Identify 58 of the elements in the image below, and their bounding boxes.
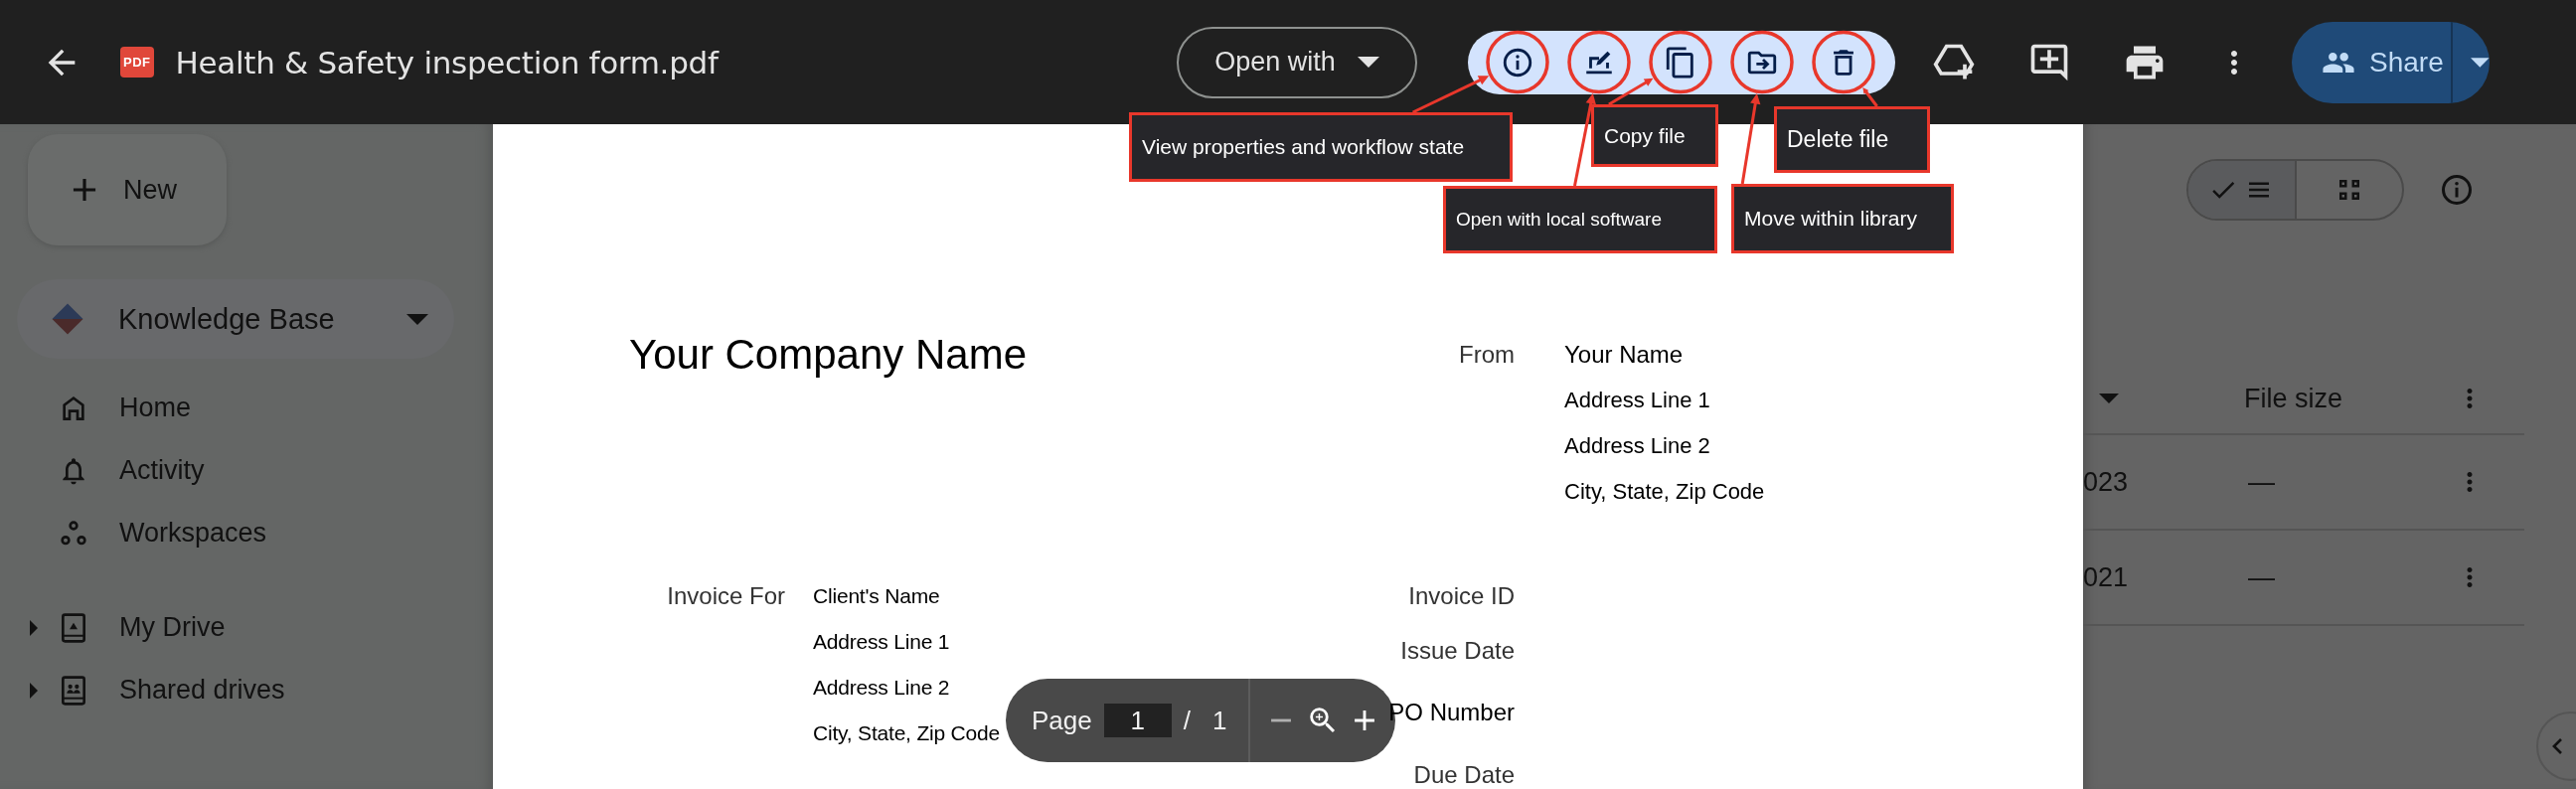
share-button[interactable]: Share: [2292, 21, 2490, 103]
client-line: Address Line 2: [813, 675, 950, 701]
address-line: Address Line 2: [1564, 432, 1710, 460]
callout-tooltip: Move within library: [1731, 184, 1954, 253]
address-line: Address Line 1: [1564, 387, 1710, 414]
caret-icon[interactable]: [2471, 57, 2490, 68]
highlight-ring: [1486, 30, 1549, 94]
highlight-ring: [1649, 30, 1712, 94]
client-line: Address Line 1: [813, 629, 950, 655]
field-label: Invoice ID: [1408, 581, 1515, 611]
page-total: 1: [1211, 705, 1227, 736]
nav-item[interactable]: My Drive: [0, 596, 493, 659]
file-row[interactable]: 021 —: [2083, 531, 2524, 626]
table-cell-text: —: [2248, 561, 2276, 593]
callout-tooltip: Copy file: [1591, 104, 1718, 167]
file-title: Health & Safety inspection form.pdf: [175, 44, 719, 80]
library-selector[interactable]: Knowledge Base: [17, 279, 454, 359]
table-cell-text: 023: [2083, 466, 2130, 498]
company-name: Your Company Name: [629, 332, 1028, 380]
list-view-button[interactable]: [2188, 161, 2297, 219]
expand-arrow-icon[interactable]: [30, 682, 38, 699]
callout-tooltip: View properties and workflow state: [1129, 112, 1513, 182]
annotation-arrow: [1862, 87, 1878, 107]
client-line: City, State, Zip Code: [813, 720, 1000, 746]
table-cell-text: 021: [2083, 561, 2130, 593]
highlight-ring: [1567, 30, 1631, 94]
annotation-arrow: [1608, 78, 1654, 106]
expand-arrow-icon[interactable]: [30, 619, 38, 636]
column-header[interactable]: File size: [2244, 383, 2443, 414]
info-icon[interactable]: [2439, 172, 2475, 208]
nav-item[interactable]: Activity: [0, 439, 493, 502]
new-button[interactable]: New: [28, 134, 227, 245]
table-cell-text: —: [2248, 466, 2276, 498]
field-label: Due Date: [1413, 760, 1515, 789]
chevron-icon: [2552, 738, 2562, 754]
page-label: Page: [1032, 705, 1092, 736]
caret-icon: [1357, 57, 1379, 68]
callout-tooltip: Open with local software: [1443, 186, 1717, 253]
callout-tooltip: Delete file: [1774, 106, 1930, 173]
sort-arrow-icon[interactable]: [2099, 394, 2119, 403]
nav-item[interactable]: Shared drives: [0, 659, 493, 721]
nav-item[interactable]: Home: [0, 377, 493, 439]
page-number-field[interactable]: 1: [1103, 704, 1172, 737]
file-row[interactable]: 023 —: [2083, 435, 2524, 531]
caret-icon: [406, 313, 428, 325]
page-separator: /: [1183, 705, 1191, 736]
from-label: From: [1458, 340, 1515, 370]
pdf-file-icon: PDF: [120, 47, 154, 78]
address-line: Your Name: [1564, 340, 1684, 370]
nav-item[interactable]: Workspaces: [0, 502, 493, 564]
address-line: City, State, Zip Code: [1564, 478, 1765, 506]
highlight-ring: [1730, 30, 1794, 94]
client-line: Client's Name: [813, 583, 940, 609]
field-label: Issue Date: [1400, 636, 1515, 666]
highlight-ring: [1812, 30, 1875, 94]
invoice-for-label: Invoice For: [666, 581, 785, 611]
share-label[interactable]: Share: [2369, 46, 2444, 79]
open-with-button[interactable]: Open with: [1177, 26, 1417, 98]
